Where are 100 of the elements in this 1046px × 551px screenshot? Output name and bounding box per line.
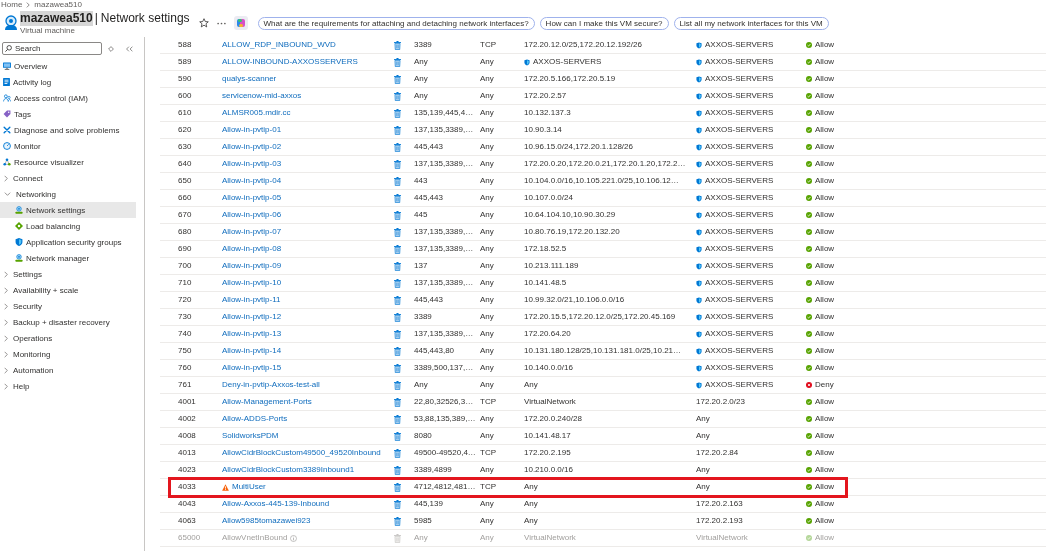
table-cell: Allow <box>815 448 835 458</box>
rule-name-link[interactable]: ALLOW-INBOUND-AXXOSSERVERS <box>222 57 358 67</box>
star-icon[interactable] <box>198 18 209 28</box>
nav-item[interactable]: Resource visualizer <box>0 154 136 170</box>
nav-group[interactable]: Security <box>0 298 136 314</box>
trash-icon[interactable] <box>394 499 401 509</box>
trash-icon[interactable] <box>394 380 401 390</box>
trash-icon[interactable] <box>394 108 401 118</box>
table-cell: 172.20.0.20,172.20.0.21,172.20.1.20,172.2… <box>524 159 686 169</box>
trash-icon[interactable] <box>394 448 401 458</box>
trash-icon[interactable] <box>394 227 401 237</box>
nav-item[interactable]: Network settings <box>0 202 136 218</box>
nav-item[interactable]: Access control (IAM) <box>0 90 136 106</box>
check-circle-icon <box>806 144 812 150</box>
trash-icon[interactable] <box>394 176 401 186</box>
table-cell-text: 137,135,3389,… <box>414 125 475 135</box>
rule-name-link[interactable]: ALMSR005.mdir.cc <box>222 108 291 118</box>
trash-icon[interactable] <box>394 210 401 220</box>
rule-name-link[interactable]: Allow-ADDS-Ports <box>222 414 288 424</box>
trash-icon[interactable] <box>394 244 401 254</box>
rule-name-link[interactable]: Allow-in-pvtip-04 <box>222 176 282 186</box>
rule-name-link[interactable]: Allow-in-pvtip-12 <box>222 312 282 322</box>
nav-item[interactable]: Overview <box>0 58 136 74</box>
trash-icon[interactable] <box>394 91 401 101</box>
rule-name-link[interactable]: Allow-in-pvtip-02 <box>222 142 282 152</box>
rule-name-link[interactable]: Allow-in-pvtip-01 <box>222 125 282 135</box>
trash-icon[interactable] <box>394 125 401 135</box>
nav-group[interactable]: Settings <box>0 266 136 282</box>
rule-name-link[interactable]: Allow-in-pvtip-13 <box>222 329 282 339</box>
rule-name-link[interactable]: Allow-in-pvtip-09 <box>222 261 282 271</box>
trash-icon[interactable] <box>394 295 401 305</box>
rule-name-link[interactable]: Allow-Management-Ports <box>222 397 312 407</box>
nav-group[interactable]: Help <box>0 378 136 394</box>
table-cell: Allow <box>815 57 835 67</box>
nav-group[interactable]: Monitoring <box>0 346 136 362</box>
trash-icon[interactable] <box>394 278 401 288</box>
rule-name-link[interactable]: AllowCidrBlockCustom49500_49520Inbound <box>222 448 381 458</box>
nav-group[interactable]: Backup + disaster recovery <box>0 314 136 330</box>
nav-item[interactable]: Load balancing <box>0 218 136 234</box>
table-cell: Allow <box>815 40 835 50</box>
nav-item[interactable]: Tags <box>0 106 136 122</box>
rule-name-link[interactable]: Allow-in-pvtip-11 <box>222 295 281 305</box>
rule-name-link[interactable]: Allow-in-pvtip-06 <box>222 210 282 220</box>
nav-group[interactable]: Networking <box>0 186 136 202</box>
rule-name-link[interactable]: Allow-in-pvtip-05 <box>222 193 282 203</box>
trash-icon[interactable] <box>394 142 401 152</box>
trash-icon[interactable] <box>394 363 401 373</box>
table-cell: AXXOS-SERVERS <box>705 176 774 186</box>
rule-name-link[interactable]: servicenow-mid-axxos <box>222 91 302 101</box>
trash-icon[interactable] <box>394 397 401 407</box>
nav-item[interactable]: Monitor <box>0 138 136 154</box>
rule-name-link[interactable]: qualys-scanner <box>222 74 277 84</box>
nav-group[interactable]: Availability + scale <box>0 282 136 298</box>
rule-name-link[interactable]: Allow-in-pvtip-14 <box>222 346 282 356</box>
nav-group[interactable]: Connect <box>0 170 136 186</box>
table-cell-text: 445,443 <box>414 295 444 305</box>
table-cell-text: TCP <box>480 397 497 407</box>
trash-icon[interactable] <box>394 431 401 441</box>
nav-item[interactable]: Application security groups <box>0 234 136 250</box>
rule-name-link[interactable]: Allow-in-pvtip-15 <box>222 363 282 373</box>
trash-icon[interactable] <box>394 465 401 475</box>
double-chevron-icon[interactable] <box>126 45 133 52</box>
rule-name-link[interactable]: Allow-in-pvtip-03 <box>222 159 282 169</box>
rule-name-link[interactable]: Allow5985tomazawei923 <box>222 516 311 526</box>
trash-icon[interactable] <box>394 482 401 492</box>
nav-group[interactable]: Automation <box>0 362 136 378</box>
rule-name-link[interactable]: MultiUser <box>232 482 266 492</box>
rule-name-link[interactable]: AllowCidrBlockCustom3389Inbound1 <box>222 465 355 475</box>
breadcrumb-link[interactable]: mazawea510 <box>34 0 82 9</box>
rule-name-link[interactable]: Allow-in-pvtip-07 <box>222 227 282 237</box>
app-logo-icon[interactable] <box>233 16 248 30</box>
suggestion-button[interactable]: How can I make this VM secure? <box>539 16 669 30</box>
trash-icon[interactable] <box>394 40 401 50</box>
rule-name-link[interactable]: Allow-in-pvtip-10 <box>222 278 282 288</box>
nav-item[interactable]: Network manager <box>0 250 136 266</box>
nav-item[interactable]: Diagnose and solve problems <box>0 122 136 138</box>
more-icon[interactable] <box>216 21 226 25</box>
trash-icon[interactable] <box>394 312 401 322</box>
trash-icon[interactable] <box>394 159 401 169</box>
trash-icon[interactable] <box>394 414 401 424</box>
trash-icon[interactable] <box>394 329 401 339</box>
nav-item[interactable]: Activity log <box>0 74 136 90</box>
trash-icon[interactable] <box>394 193 401 203</box>
trash-icon[interactable] <box>394 516 401 526</box>
breadcrumb-link[interactable]: Home <box>1 0 23 9</box>
rule-name-link[interactable]: Deny-in-pvtip-Axxos-test-all <box>222 380 320 390</box>
suggestion-button[interactable]: List all my network interfaces for this VM <box>673 16 829 30</box>
rule-name-link[interactable]: Allow-Axxos-445-139-Inbound <box>222 499 330 509</box>
rule-name-link[interactable]: Allow-in-pvtip-08 <box>222 244 282 254</box>
table-cell: Allow <box>815 159 835 169</box>
nav-group[interactable]: Operations <box>0 330 136 346</box>
rule-name-link[interactable]: SolidworksPDM <box>222 431 279 441</box>
trash-icon[interactable] <box>394 346 401 356</box>
suggestion-button[interactable]: What are the requirements for attaching and detaching network interfaces? <box>257 16 535 30</box>
trash-icon[interactable] <box>394 57 401 67</box>
rule-name-link[interactable]: ALLOW_RDP_INBOUND_WVD <box>222 40 336 50</box>
trash-icon[interactable] <box>394 261 401 271</box>
table-cell: 10.131.180.128/25,10.131.181.0/25,10.21… <box>524 346 682 356</box>
search-field[interactable]: Search <box>2 42 102 55</box>
trash-icon[interactable] <box>394 74 401 84</box>
